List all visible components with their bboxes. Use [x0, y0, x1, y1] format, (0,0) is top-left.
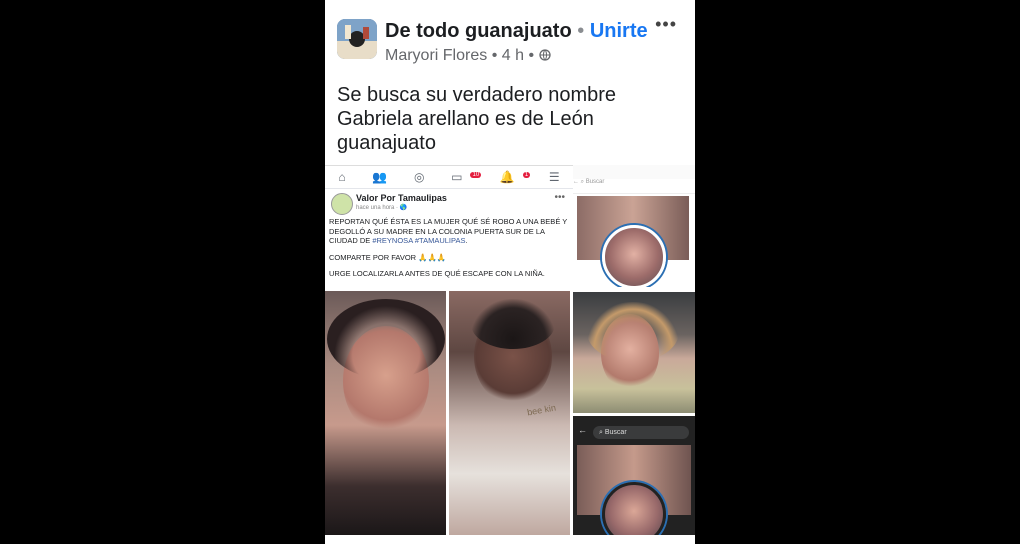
- post-text-line: guanajuato: [337, 132, 436, 154]
- post-text: Se busca su verdadero nombre Gabriela ar…: [337, 83, 687, 155]
- post-text-line: Gabriela arellano es de León: [337, 108, 594, 130]
- post-meta: Maryori Flores • 4 h •: [385, 47, 551, 65]
- arrow-left-icon[interactable]: ←: [578, 425, 587, 435]
- profile-screenshot-top[interactable]: ← ⌕ Buscar: [573, 165, 695, 287]
- title-separator: •: [577, 20, 585, 42]
- embedded-text: .: [465, 236, 468, 245]
- group-title-line: De todo guanajuato • Unirte: [385, 20, 648, 43]
- home-icon: ⌂: [338, 170, 346, 184]
- page-time: hace una hora · 🌎: [356, 205, 408, 211]
- video-icon: ▭ 10: [451, 170, 482, 184]
- meta-separator: •: [491, 47, 498, 64]
- search-icon: ⌕: [580, 179, 585, 185]
- embedded-screenshot[interactable]: ⌂ 👥 ◎ ▭ 10 🔔 1 ☰ Valor Por Tamaulipas hace…: [325, 165, 573, 291]
- baby-shirt-text: bee kin: [526, 402, 557, 418]
- search-placeholder: Buscar: [604, 429, 627, 436]
- embedded-paragraph: REPORTAN QUÉ ÉSTA ES LA MUJER QUÉ SÉ ROB…: [329, 217, 571, 246]
- embedded-paragraph: URGE LOCALIZARLA ANTES DE QUÉ ESCAPE CON…: [329, 269, 545, 278]
- facebook-post: De todo guanajuato • Unirte Maryori Flor…: [325, 0, 695, 544]
- profile-screenshot-bottom[interactable]: ← ⌕ Buscar: [573, 416, 695, 544]
- embedded-post-body: REPORTAN QUÉ ÉSTA ES LA MUJER QUÉ SÉ ROB…: [329, 217, 571, 286]
- more-options-icon[interactable]: •••: [655, 14, 677, 35]
- meta-separator-2: •: [528, 47, 535, 64]
- profile-picture: [602, 225, 666, 287]
- bottom-edge: [325, 535, 695, 544]
- page-name: Valor Por Tamaulipas: [356, 193, 447, 203]
- author-name[interactable]: Maryori Flores: [385, 47, 487, 64]
- woman-photo-2[interactable]: [573, 292, 695, 413]
- group-avatar-image: [337, 19, 377, 59]
- page-more-icon: •••: [554, 192, 565, 203]
- notifications-icon: 🔔 1: [499, 170, 531, 184]
- status-bar: [573, 165, 695, 179]
- hashtag: #REYNOSA: [372, 236, 413, 245]
- hashtag: #TAMAULIPAS: [414, 236, 466, 245]
- video-badge: 10: [470, 172, 482, 178]
- group-name[interactable]: De todo guanajuato: [385, 20, 572, 42]
- notifications-badge: 1: [522, 172, 531, 178]
- hair-shape-2: [587, 302, 679, 362]
- embedded-nav-bar: ⌂ 👥 ◎ ▭ 10 🔔 1 ☰: [325, 166, 573, 189]
- search-placeholder: Buscar: [585, 179, 605, 185]
- post-time[interactable]: 4 h: [502, 47, 524, 64]
- hair-shape: [327, 299, 445, 379]
- join-button[interactable]: Unirte: [590, 20, 648, 42]
- baby-hair-shape: [471, 299, 555, 349]
- embedded-paragraph: COMPARTE POR FAVOR 🙏🙏🙏: [329, 252, 447, 262]
- search-bar[interactable]: ⌕ Buscar: [593, 426, 689, 439]
- search-icon: ⌕: [599, 429, 603, 436]
- baby-photo[interactable]: bee kin: [449, 291, 570, 535]
- back-arrow-icon: ←: [573, 179, 579, 185]
- post-text-line: Se busca su verdadero nombre: [337, 84, 617, 106]
- globe-icon: [538, 49, 551, 61]
- page-avatar: [331, 193, 353, 215]
- post-header: De todo guanajuato • Unirte Maryori Flor…: [325, 0, 695, 75]
- messenger-icon: ◎: [413, 170, 425, 184]
- menu-icon: ☰: [548, 170, 560, 184]
- search-bar-small: ← ⌕ Buscar: [573, 179, 695, 194]
- friends-icon: 👥: [372, 170, 388, 184]
- woman-photo[interactable]: [325, 291, 446, 535]
- group-avatar[interactable]: [337, 19, 377, 59]
